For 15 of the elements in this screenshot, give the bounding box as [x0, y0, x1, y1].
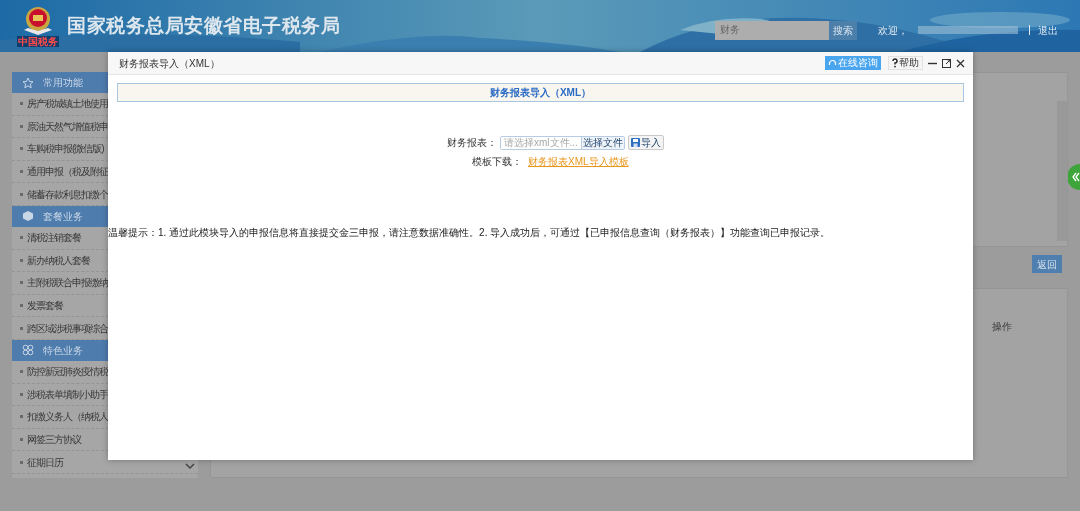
file-label: 财务报表：: [447, 136, 497, 150]
template-label: 模板下载：: [471, 155, 522, 169]
site-title: 国家税务总局安徽省电子税务局: [67, 13, 340, 38]
choose-file-button[interactable]: 选择文件: [581, 136, 624, 149]
file-field[interactable]: 请选择xml文件... 选择文件: [500, 135, 625, 150]
import-button[interactable]: 导入: [628, 135, 664, 150]
logo-text: 中国税务: [17, 35, 59, 47]
column-header: 操作: [992, 320, 1012, 331]
return-button[interactable]: 返回: [1032, 255, 1062, 273]
section-heading: 财务报表导入（XML）: [489, 86, 592, 100]
logout-link[interactable]: 退出: [1038, 22, 1058, 38]
welcome-text: 欢迎，: [878, 23, 908, 38]
consult-button[interactable]: 在线咨询: [825, 56, 881, 70]
help-button[interactable]: 帮助: [888, 56, 923, 70]
dialog-title: 财务报表导入（XML）: [119, 56, 220, 71]
